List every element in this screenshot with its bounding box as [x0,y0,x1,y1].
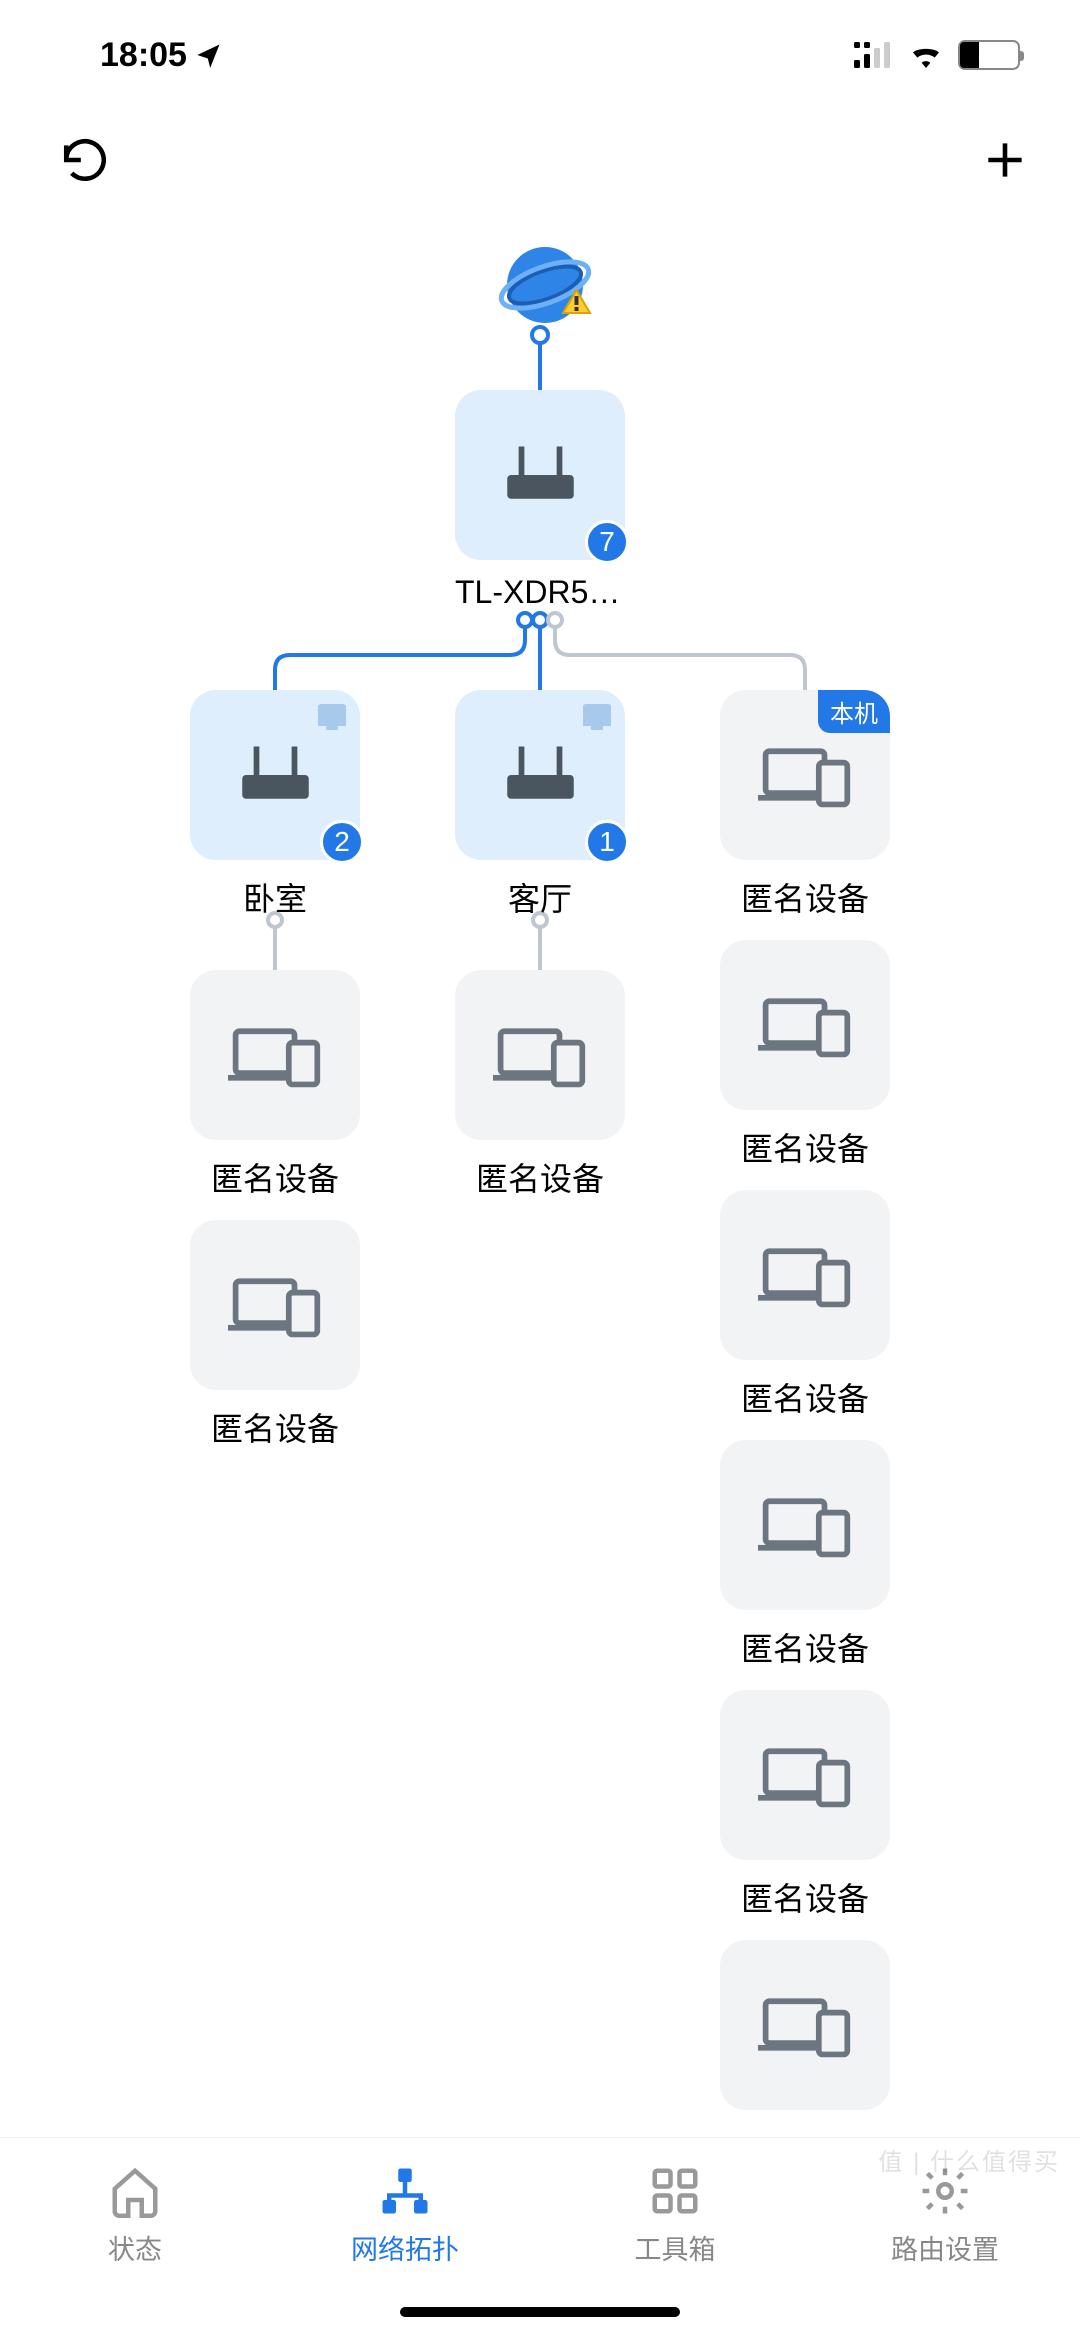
devices-icon [493,1020,588,1090]
device-node[interactable]: 匿名设备 [720,1190,890,1420]
tab-label: 路由设置 [891,2228,999,2267]
battery-icon: 32 [958,40,1020,70]
topology-icon [378,2164,432,2218]
control-bar [0,110,1080,210]
self-device-tag: 本机 [818,690,890,733]
devices-icon [228,1020,323,1090]
device-node[interactable] [720,1940,890,2124]
node-label: 客厅 [455,874,625,920]
device-count-badge: 2 [320,820,364,864]
router-icon [228,740,323,810]
node-label: 匿名设备 [720,1874,890,1920]
device-node[interactable]: 匿名设备 [455,970,625,1200]
devices-icon [758,1990,853,2060]
node-label: 匿名设备 [720,1124,890,1170]
device-count-badge: 7 [585,520,629,564]
devices-icon [758,1490,853,1560]
devices-icon [228,1270,323,1340]
ethernet-port-icon [318,704,346,726]
devices-icon [758,1240,853,1310]
node-label: 匿名设备 [190,1404,360,1450]
device-node[interactable]: 匿名设备 [720,940,890,1170]
refresh-icon[interactable] [60,135,110,185]
device-count-badge: 1 [585,820,629,864]
devices-icon [758,990,853,1060]
grid-icon [648,2164,702,2218]
node-label: 匿名设备 [455,1154,625,1200]
watermark: 值 | 什么值得买 [878,2142,1060,2177]
router-node-bedroom[interactable]: 2 卧室 [190,690,360,920]
status-time: 18:05 [100,36,187,75]
tab-label: 工具箱 [635,2228,716,2267]
ethernet-port-icon [583,704,611,726]
device-node[interactable]: 匿名设备 [190,970,360,1200]
node-label: 卧室 [190,874,360,920]
device-node[interactable]: 匿名设备 [720,1690,890,1920]
home-indicator[interactable] [400,2307,680,2317]
router-icon [493,740,588,810]
add-icon[interactable] [980,135,1030,185]
node-label: TL-XDR54... [455,574,625,611]
internet-globe-icon[interactable] [495,235,595,335]
devices-icon [758,1740,853,1810]
tab-label: 状态 [108,2228,162,2267]
devices-icon [758,740,853,810]
home-icon [108,2164,162,2218]
tab-status[interactable]: 状态 [0,2138,270,2337]
wifi-icon [908,42,944,68]
topology-canvas: 7 TL-XDR54... 2 卧室 匿名设备 匿名设备 1 客厅 匿名设备 [0,210,1080,2130]
status-bar: 18:05 32 [0,0,1080,110]
node-label: 匿名设备 [720,1624,890,1670]
location-icon [195,41,223,69]
device-node-self[interactable]: 本机 匿名设备 [720,690,890,920]
signal-icon [854,42,894,68]
battery-level: 32 [960,44,1018,66]
root-router-node[interactable]: 7 TL-XDR54... [455,390,625,611]
device-node[interactable]: 匿名设备 [190,1220,360,1450]
device-node[interactable]: 匿名设备 [720,1440,890,1670]
tab-label: 网络拓扑 [351,2228,459,2267]
router-node-livingroom[interactable]: 1 客厅 [455,690,625,920]
node-label: 匿名设备 [720,1374,890,1420]
node-label: 匿名设备 [190,1154,360,1200]
node-label: 匿名设备 [720,874,890,920]
router-icon [493,440,588,510]
